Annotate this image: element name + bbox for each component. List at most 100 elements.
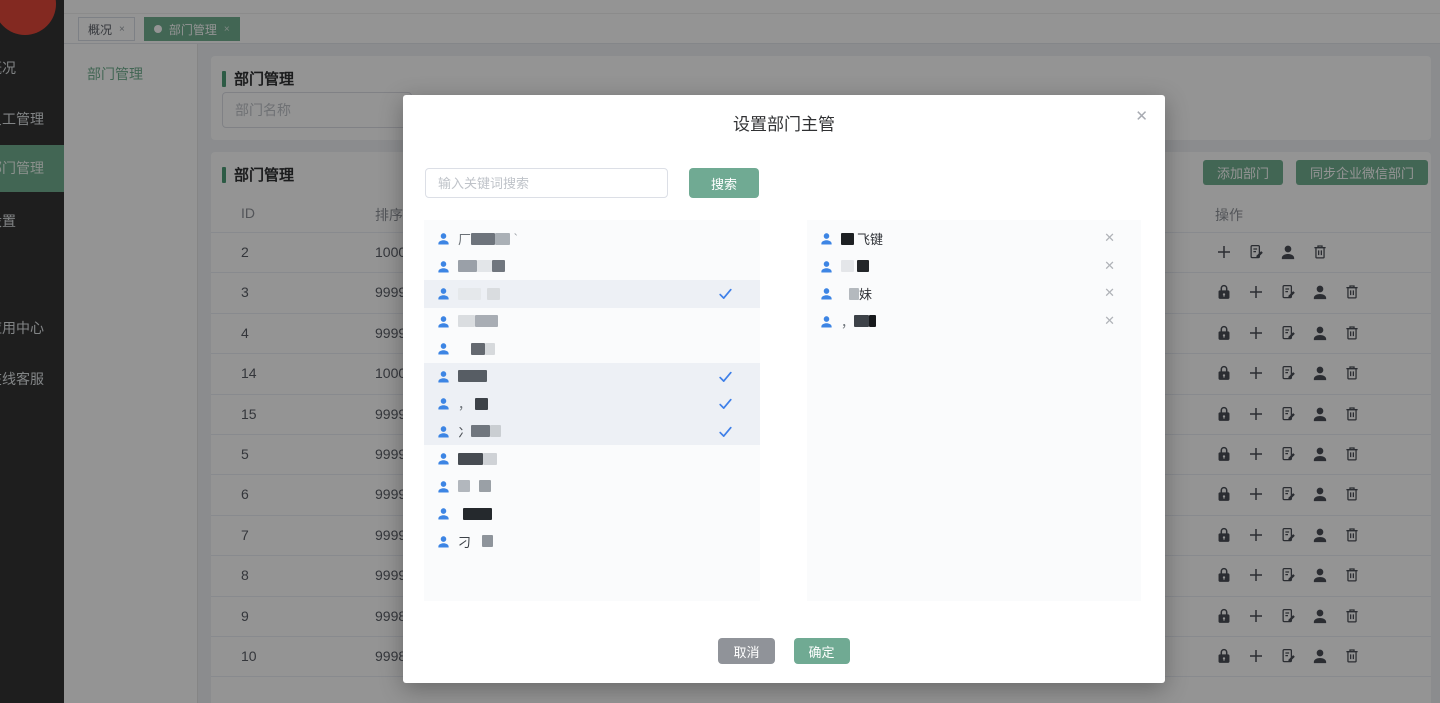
confirm-button[interactable]: 确定 xyxy=(793,638,850,664)
redacted-name-block xyxy=(458,370,487,383)
redacted-name-block xyxy=(492,260,505,273)
name-fragment: 飞键 xyxy=(857,232,884,248)
member-name xyxy=(458,500,492,528)
candidate-row[interactable]: 冫 xyxy=(424,417,760,446)
selected-member-row: ✕ xyxy=(807,253,1141,281)
person-icon xyxy=(436,231,451,246)
person-icon xyxy=(436,451,451,466)
person-icon xyxy=(819,314,834,329)
remove-icon[interactable]: ✕ xyxy=(1104,231,1115,244)
redacted-name-block xyxy=(458,452,483,465)
name-gap xyxy=(470,486,479,487)
member-name xyxy=(458,308,498,336)
check-icon xyxy=(717,423,734,440)
redacted-name-block xyxy=(477,260,492,273)
redacted-name-block xyxy=(458,315,475,328)
candidate-row[interactable]: ， xyxy=(424,390,760,418)
member-name xyxy=(841,253,869,281)
redacted-name-block xyxy=(854,315,870,328)
person-icon xyxy=(436,286,451,301)
member-name xyxy=(458,253,505,281)
candidate-row[interactable] xyxy=(424,473,760,501)
candidate-row[interactable] xyxy=(424,335,760,363)
name-gap xyxy=(471,541,482,542)
redacted-name-block xyxy=(475,397,489,410)
modal-close-icon[interactable]: ✕ xyxy=(1135,109,1148,124)
selected-member-row: 飞键 ✕ xyxy=(807,225,1141,253)
member-name: 刁 xyxy=(458,528,494,556)
search-button[interactable]: 搜索 xyxy=(689,168,759,198)
check-icon xyxy=(717,395,734,412)
redacted-name-block xyxy=(458,260,477,273)
member-name: ， xyxy=(841,308,877,336)
name-fragment: ， xyxy=(458,397,472,413)
redacted-name-block xyxy=(841,260,854,273)
person-icon xyxy=(436,396,451,411)
redacted-name-block xyxy=(471,342,485,355)
member-name: 厂 ` xyxy=(458,225,518,253)
member-name xyxy=(458,473,491,501)
person-icon xyxy=(436,534,451,549)
person-icon xyxy=(436,314,451,329)
member-name: ， xyxy=(458,390,489,418)
cancel-button[interactable]: 取消 xyxy=(718,638,775,664)
redacted-name-block xyxy=(471,232,496,245)
person-icon xyxy=(436,369,451,384)
set-dept-manager-modal: 设置部门主管 ✕ 搜索 厂 `，冫刁 飞键✕✕妹✕，✕ 取消 确定 xyxy=(403,95,1165,683)
name-fragment: 刁 xyxy=(458,534,472,550)
person-icon xyxy=(436,479,451,494)
redacted-name-block xyxy=(857,260,869,273)
name-fragment: 妹 xyxy=(859,287,873,303)
member-name: 妹 xyxy=(841,280,872,308)
member-name xyxy=(458,445,497,473)
name-fragment: ` xyxy=(510,231,518,247)
modal-title: 设置部门主管 xyxy=(733,115,835,134)
member-name: 飞键 xyxy=(841,225,883,253)
candidate-row[interactable] xyxy=(424,308,760,336)
selected-list-panel: 飞键 ✕ ✕ 妹 ✕， ✕ xyxy=(807,220,1141,601)
member-name xyxy=(458,280,500,308)
remove-icon[interactable]: ✕ xyxy=(1104,286,1115,299)
name-gap xyxy=(458,348,471,349)
person-icon xyxy=(436,341,451,356)
redacted-name-block xyxy=(479,480,491,493)
selected-member-row: 妹 ✕ xyxy=(807,280,1141,308)
remove-icon[interactable]: ✕ xyxy=(1104,259,1115,272)
candidate-row[interactable]: 刁 xyxy=(424,528,760,556)
selected-member-row: ， ✕ xyxy=(807,308,1141,336)
person-icon xyxy=(436,424,451,439)
redacted-name-block xyxy=(482,535,494,548)
person-icon xyxy=(436,506,451,521)
redacted-name-block xyxy=(485,342,495,355)
candidate-row[interactable] xyxy=(424,253,760,281)
redacted-name-block xyxy=(849,287,859,300)
candidate-row[interactable] xyxy=(424,445,760,473)
member-name: 冫 xyxy=(458,418,502,446)
candidate-row[interactable] xyxy=(424,280,760,308)
candidate-row[interactable]: 厂 ` xyxy=(424,225,760,253)
person-icon xyxy=(819,231,834,246)
candidate-list-panel: 厂 ` ， 冫刁 xyxy=(424,220,760,601)
keyword-search-input[interactable] xyxy=(425,168,668,198)
redacted-name-block xyxy=(495,232,511,245)
person-icon xyxy=(819,286,834,301)
redacted-name-block xyxy=(458,480,470,493)
redacted-name-block xyxy=(458,287,481,300)
member-name xyxy=(458,335,495,363)
redacted-name-block xyxy=(483,452,497,465)
redacted-name-block xyxy=(487,287,500,300)
redacted-name-block xyxy=(841,232,854,245)
name-fragment: ， xyxy=(841,314,855,330)
redacted-name-block xyxy=(463,507,492,520)
candidate-row[interactable] xyxy=(424,500,760,528)
name-fragment: 厂 xyxy=(458,232,472,248)
check-icon xyxy=(717,368,734,385)
remove-icon[interactable]: ✕ xyxy=(1104,314,1115,327)
redacted-name-block xyxy=(471,425,491,438)
person-icon xyxy=(436,259,451,274)
person-icon xyxy=(819,259,834,274)
member-name xyxy=(458,363,487,391)
redacted-name-block xyxy=(869,315,877,328)
check-icon xyxy=(717,285,734,302)
candidate-row[interactable] xyxy=(424,362,760,391)
